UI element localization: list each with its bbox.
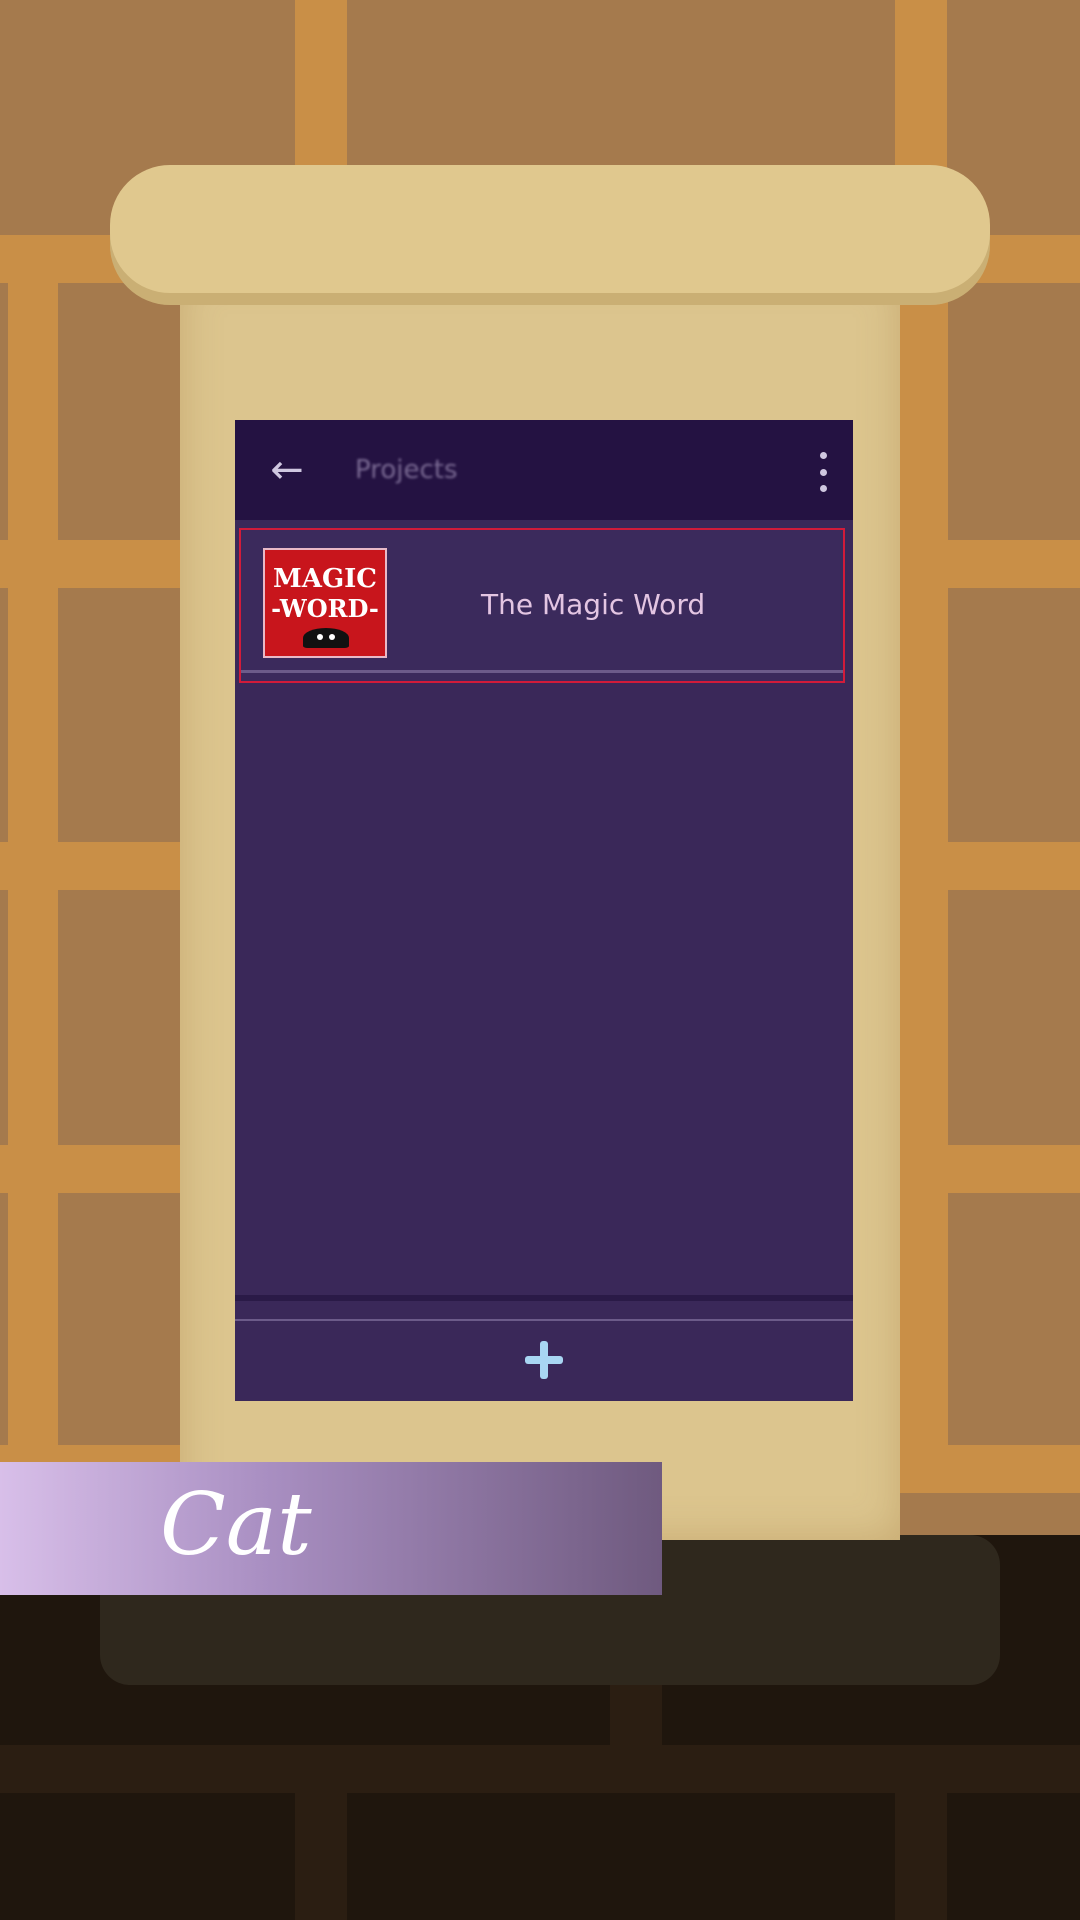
bottom-bar	[235, 1295, 853, 1401]
plus-icon[interactable]	[525, 1341, 563, 1379]
beam	[295, 1793, 347, 1920]
thumbnail-line1: MAGIC	[272, 564, 377, 594]
project-list-item[interactable]: MAGIC -WORD- The Magic Word	[239, 528, 845, 683]
divider	[241, 670, 843, 673]
app-bar: ← Projects	[235, 420, 853, 520]
cat-icon	[303, 628, 349, 648]
beam	[295, 0, 347, 180]
thumbnail-line2: -WORD-	[271, 594, 379, 623]
beam	[898, 283, 948, 1483]
divider	[235, 1319, 853, 1321]
project-title: The Magic Word	[481, 588, 706, 621]
beam	[8, 283, 58, 1483]
character-name: Cat	[160, 1475, 312, 1575]
beam	[0, 1745, 1080, 1793]
more-vertical-icon[interactable]	[813, 452, 833, 492]
beam	[895, 0, 947, 180]
page-title: Projects	[355, 455, 458, 485]
beam	[895, 1793, 947, 1920]
character-name-banner: Cat	[0, 1462, 662, 1595]
phone-screenshot: ← Projects MAGIC -WORD- The Magic Word	[235, 420, 853, 1401]
project-thumbnail: MAGIC -WORD-	[263, 548, 387, 658]
scroll-roll	[110, 165, 990, 305]
arrow-left-icon[interactable]: ←	[265, 448, 309, 492]
